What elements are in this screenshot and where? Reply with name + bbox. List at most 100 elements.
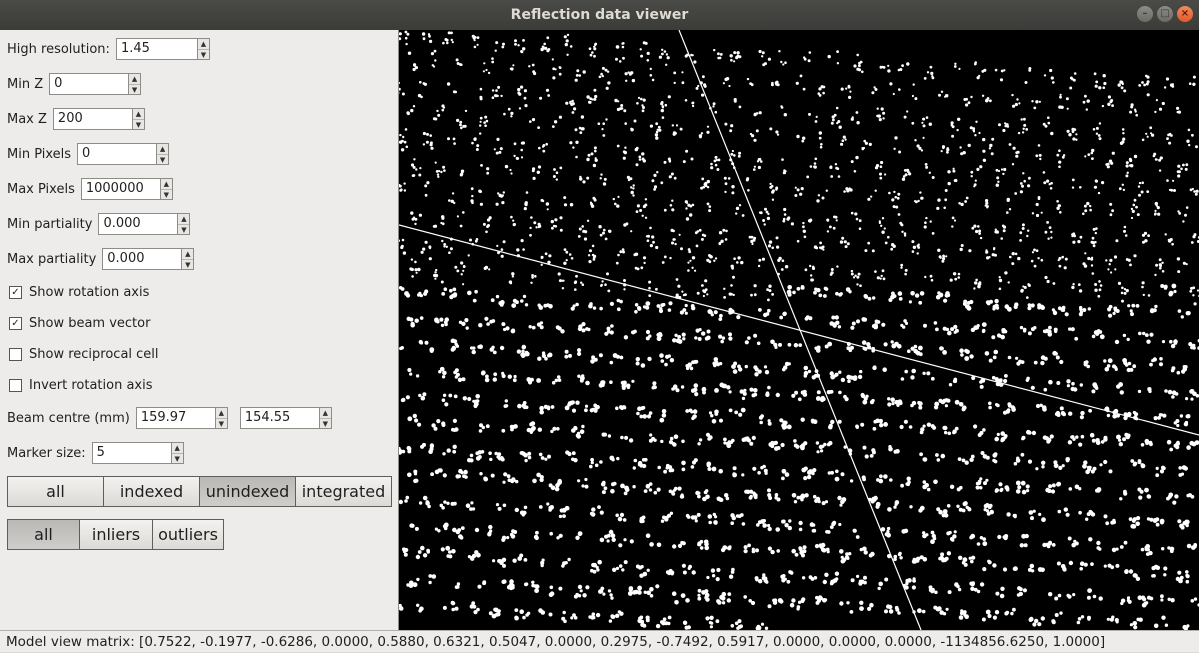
reflection-spot [1016,98,1018,100]
max-partiality-input[interactable]: 0.000 [102,248,182,270]
close-icon[interactable]: × [1177,6,1193,22]
reflection-spot [831,268,834,271]
checkbox-unchecked-icon[interactable] [9,348,22,361]
spin-down-icon[interactable]: ▼ [157,155,168,165]
reflection-spot [678,487,682,491]
reflection-spot [970,171,973,174]
filter-integrated-button[interactable]: integrated [296,477,391,506]
reflection-spot [745,340,749,344]
inliers-button[interactable]: inliers [80,520,153,549]
beam-centre-x-input[interactable]: 159.97 [136,407,216,429]
reflection-spot [810,577,813,580]
reflection-spot [1026,296,1029,299]
max-z-spinbox[interactable]: 200 ▲▼ [53,108,145,130]
reflection-spot [741,408,746,413]
spin-down-icon[interactable]: ▼ [320,419,331,429]
checkbox-checked-icon[interactable]: ✓ [9,317,22,330]
reflection-spot [1081,615,1084,618]
reflection-spot [728,332,732,336]
reflection-spot [840,143,843,146]
spin-up-icon[interactable]: ▲ [182,249,193,260]
reflection-canvas[interactable] [399,30,1199,630]
spin-up-icon[interactable]: ▲ [216,408,227,419]
reflection-spot [649,542,654,547]
spin-up-icon[interactable]: ▲ [320,408,331,419]
show-beam-vector-checkbox[interactable]: ✓ Show beam vector [9,313,150,333]
min-z-input[interactable]: 0 [49,73,129,95]
outliers-button[interactable]: outliers [153,520,223,549]
spin-down-icon[interactable]: ▼ [178,225,189,235]
high-resolution-spinbox[interactable]: 1.45 ▲▼ [116,38,210,60]
reflection-spot [708,209,711,212]
reflection-spot [921,149,923,151]
filter-unindexed-button[interactable]: unindexed [200,477,296,506]
reflection-spot [1162,102,1165,105]
reflection-spot [510,216,513,219]
maximize-icon[interactable]: □ [1157,6,1173,22]
min-pixels-input[interactable]: 0 [77,143,157,165]
show-reciprocal-cell-checkbox[interactable]: Show reciprocal cell [9,344,159,364]
spin-up-icon[interactable]: ▲ [198,39,209,50]
min-pixels-spinbox[interactable]: 0 ▲▼ [77,143,169,165]
reflection-spot [810,278,813,281]
reflection-spot [895,206,898,209]
spin-up-icon[interactable]: ▲ [157,144,168,155]
reflection-spot [595,464,599,468]
show-rotation-axis-checkbox[interactable]: ✓ Show rotation axis [9,282,149,302]
checkbox-unchecked-icon[interactable] [9,379,22,392]
reflection-spot [633,466,636,469]
reflection-spot [420,546,425,551]
spin-up-icon[interactable]: ▲ [172,443,183,454]
reflection-spot [970,126,973,129]
min-partiality-input[interactable]: 0.000 [98,213,178,235]
max-pixels-input[interactable]: 1000000 [81,178,161,200]
minimize-icon[interactable]: – [1137,6,1153,22]
reflection-spot [1111,104,1114,107]
beam-centre-x-spinbox[interactable]: 159.97 ▲▼ [136,407,228,429]
reflection-spot [491,474,495,478]
spin-down-icon[interactable]: ▼ [216,419,227,429]
marker-size-spinbox[interactable]: 5 ▲▼ [92,442,184,464]
reflection-spot [1126,164,1129,167]
filter-all-button[interactable]: all [8,477,104,506]
spin-up-icon[interactable]: ▲ [129,74,140,85]
max-partiality-spinbox[interactable]: 0.000 ▲▼ [102,248,194,270]
filter-indexed-button[interactable]: indexed [104,477,200,506]
reflection-spot [496,503,499,506]
reflection-spot [647,239,650,242]
beam-centre-y-input[interactable]: 154.55 [240,407,320,429]
reflection-spot [619,612,623,616]
reflection-spot [951,539,954,542]
max-z-input[interactable]: 200 [53,108,133,130]
spin-down-icon[interactable]: ▼ [133,120,144,130]
outlier-all-button[interactable]: all [8,520,80,549]
reflection-spot [697,85,699,87]
reflection-spot [986,256,989,259]
spin-up-icon[interactable]: ▲ [161,179,172,190]
spin-up-icon[interactable]: ▲ [133,109,144,120]
reflection-spot [815,120,818,123]
spin-up-icon[interactable]: ▲ [178,214,189,225]
reflection-spot [1000,587,1004,591]
beam-centre-y-spinbox[interactable]: 154.55 ▲▼ [240,407,332,429]
min-z-spinbox[interactable]: 0 ▲▼ [49,73,141,95]
reflection-3d-viewer[interactable] [399,30,1199,630]
spin-down-icon[interactable]: ▼ [172,454,183,464]
reflection-spot [1189,290,1192,293]
reflection-spot [401,148,404,151]
marker-size-input[interactable]: 5 [92,442,172,464]
high-resolution-input[interactable]: 1.45 [116,38,198,60]
reflection-spot [1091,149,1094,152]
spin-down-icon[interactable]: ▼ [129,85,140,95]
reflection-spot [813,419,818,424]
reflection-spot [793,439,797,443]
spin-down-icon[interactable]: ▼ [161,190,172,200]
invert-rotation-axis-checkbox[interactable]: Invert rotation axis [9,375,153,395]
spin-down-icon[interactable]: ▼ [198,50,209,60]
reflection-spot [618,543,622,547]
max-pixels-spinbox[interactable]: 1000000 ▲▼ [81,178,173,200]
spin-down-icon[interactable]: ▼ [182,260,193,270]
reflection-spot [442,423,446,427]
checkbox-checked-icon[interactable]: ✓ [9,286,22,299]
min-partiality-spinbox[interactable]: 0.000 ▲▼ [98,213,190,235]
